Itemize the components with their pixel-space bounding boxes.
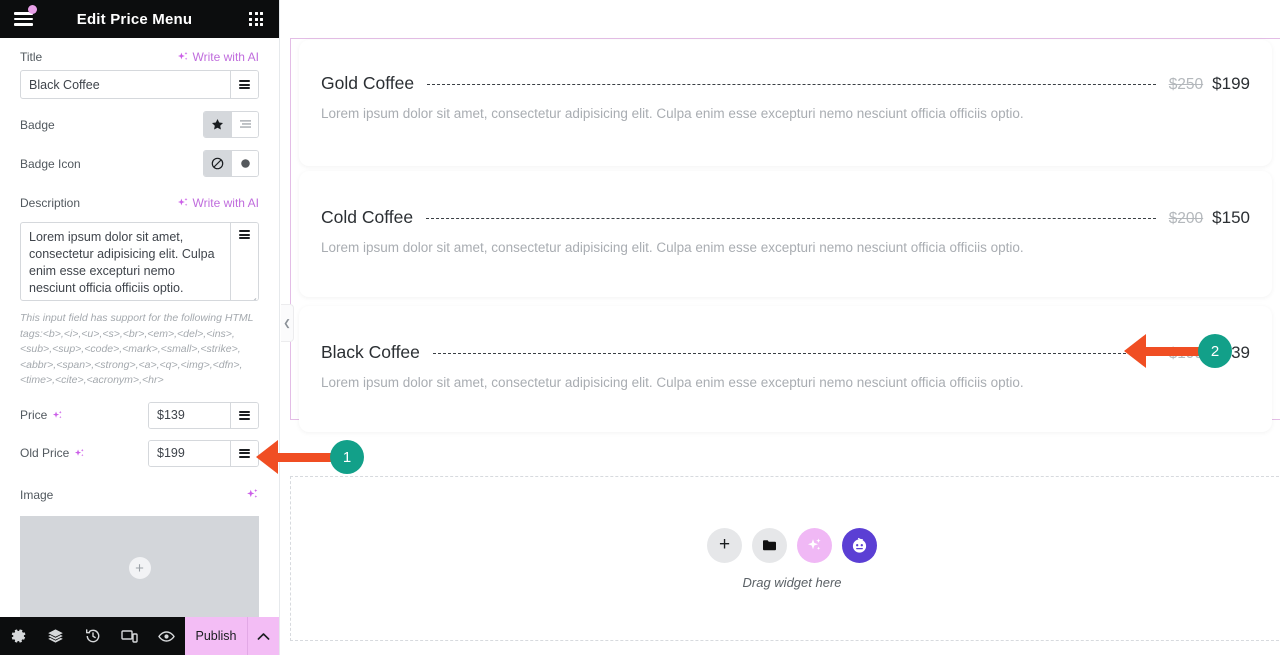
sparkle-icon[interactable] [246, 488, 259, 501]
dotted-separator [432, 353, 1156, 354]
price-menu-item-heading: Cold Coffee $200 $150 [321, 205, 1250, 228]
item-title: Gold Coffee [321, 73, 415, 93]
annotation-callout-1: 1 [256, 440, 364, 474]
price-label-text: Price [20, 408, 48, 423]
sparkle-icon [74, 448, 85, 459]
old-price-label-text: Old Price [20, 446, 70, 461]
description-write-with-ai-button[interactable]: Write with AI [177, 196, 259, 210]
responsive-icon[interactable] [111, 617, 148, 655]
dynamic-tags-icon[interactable] [230, 223, 258, 300]
dynamic-tags-icon[interactable] [230, 71, 258, 98]
old-price-input[interactable] [149, 440, 230, 466]
item-title: Cold Coffee [321, 207, 414, 227]
item-price: $150 [1212, 208, 1250, 227]
sparkle-icon [177, 197, 189, 209]
item-title: Black Coffee [321, 342, 420, 362]
item-old-price: $250 [1168, 76, 1204, 93]
title-ai-label: Write with AI [192, 50, 259, 64]
dynamic-tags-icon[interactable] [230, 440, 258, 466]
ai-bot-icon[interactable] [842, 527, 877, 563]
page-title: Edit Price Menu [76, 10, 193, 28]
item-description: Lorem ipsum dolor sit amet, consectetur … [321, 240, 1024, 255]
badge-icon-toggle-group[interactable] [203, 150, 259, 177]
price-field-row: Price [20, 401, 259, 429]
arrow-head-icon [1124, 334, 1146, 368]
widget-drop-zone[interactable]: + Drag widget here [290, 476, 1280, 641]
description-help-text: This input field has support for the fol… [20, 312, 254, 387]
layers-icon[interactable] [37, 617, 74, 655]
panel-footer: Publish [0, 617, 279, 655]
description-label: Description [20, 196, 81, 210]
annotation-callout-2: 2 [1124, 334, 1232, 368]
drop-zone-label: Drag widget here [742, 574, 842, 590]
price-menu-item[interactable]: Gold Coffee $250 $199 Lorem ipsum dolor … [291, 40, 1280, 166]
description-input-group: Lorem ipsum dolor sit amet, consectetur … [20, 222, 259, 301]
price-menu-item-heading: Black Coffee $199 $139 [321, 340, 1250, 363]
title-input-group[interactable] [20, 70, 259, 99]
price-menu-item-heading: Gold Coffee $250 $199 [321, 71, 1250, 94]
sparkle-icon [177, 51, 189, 63]
image-upload-dropzone[interactable]: + [20, 515, 259, 617]
plus-icon[interactable]: + [707, 527, 742, 563]
title-input[interactable] [21, 71, 230, 98]
badge-toggle-group[interactable] [203, 111, 259, 138]
badge-field-row: Badge [20, 111, 259, 138]
footer-icon-bar [0, 617, 185, 655]
history-icon[interactable] [74, 617, 111, 655]
panel-header: Edit Price Menu [0, 0, 279, 38]
badge-option-list[interactable] [231, 112, 258, 137]
badge-label: Badge [20, 117, 55, 132]
dotted-separator [426, 218, 1156, 219]
old-price-field-row: Old Price [20, 439, 259, 467]
image-field-header: Image [20, 482, 259, 508]
ai-sparkle-icon[interactable] [797, 527, 832, 563]
arrow-head-icon [256, 440, 278, 474]
hamburger-menu-icon[interactable] [0, 0, 46, 38]
sparkle-icon [52, 410, 63, 421]
annotation-number-badge: 2 [1198, 334, 1232, 368]
preview-eye-icon[interactable] [148, 617, 185, 655]
badge-option-star[interactable] [204, 112, 231, 137]
plus-icon: + [128, 557, 151, 580]
drop-zone-actions: + [707, 527, 877, 563]
description-textarea[interactable]: Lorem ipsum dolor sit amet, consectetur … [21, 223, 230, 300]
editor-sidebar-panel: Edit Price Menu Title Write with AI Blac… [0, 0, 280, 655]
price-menu-item[interactable]: Black Coffee $199 $139 Lorem ipsum dolor… [291, 306, 1280, 432]
badge-icon-option-none[interactable] [204, 151, 231, 176]
price-label: Price [20, 408, 63, 422]
publish-button[interactable]: Publish [185, 617, 247, 655]
title-label: Title [20, 50, 43, 64]
dotted-separator [427, 84, 1156, 85]
item-price: $199 [1212, 74, 1250, 93]
title-field-header: Title Write with AI [20, 38, 259, 64]
chevron-left-icon[interactable]: ❮ [281, 304, 294, 342]
title-write-with-ai-button[interactable]: Write with AI [177, 50, 259, 64]
app-root: Gold Coffee $250 $199 Lorem ipsum dolor … [0, 0, 1280, 655]
old-price-label: Old Price [20, 446, 85, 460]
gear-icon[interactable] [0, 617, 37, 655]
price-input[interactable] [149, 402, 230, 428]
badge-icon-option-circle[interactable] [231, 151, 258, 176]
dynamic-tags-icon[interactable] [230, 402, 258, 428]
item-description: Lorem ipsum dolor sit amet, consectetur … [321, 375, 1024, 390]
item-old-price: $200 [1168, 210, 1204, 227]
description-field-header: Description Write with AI [20, 190, 259, 216]
badge-icon-label: Badge Icon [20, 156, 81, 171]
editor-canvas: Gold Coffee $250 $199 Lorem ipsum dolor … [281, 0, 1280, 655]
image-label: Image [20, 487, 54, 502]
notification-dot [28, 5, 37, 14]
apps-grid-icon[interactable] [233, 0, 279, 38]
panel-body: Title Write with AI Badge [0, 38, 279, 617]
folder-icon[interactable] [752, 527, 787, 563]
old-price-input-group[interactable] [148, 439, 259, 467]
item-description: Lorem ipsum dolor sit amet, consectetur … [321, 106, 1024, 121]
price-menu-item[interactable]: Cold Coffee $200 $150 Lorem ipsum dolor … [291, 171, 1280, 297]
price-input-group[interactable] [148, 401, 259, 429]
description-ai-label: Write with AI [192, 196, 259, 210]
chevron-up-icon[interactable] [247, 617, 279, 655]
annotation-number-badge: 1 [330, 440, 364, 474]
badge-icon-field-row: Badge Icon [20, 150, 259, 177]
